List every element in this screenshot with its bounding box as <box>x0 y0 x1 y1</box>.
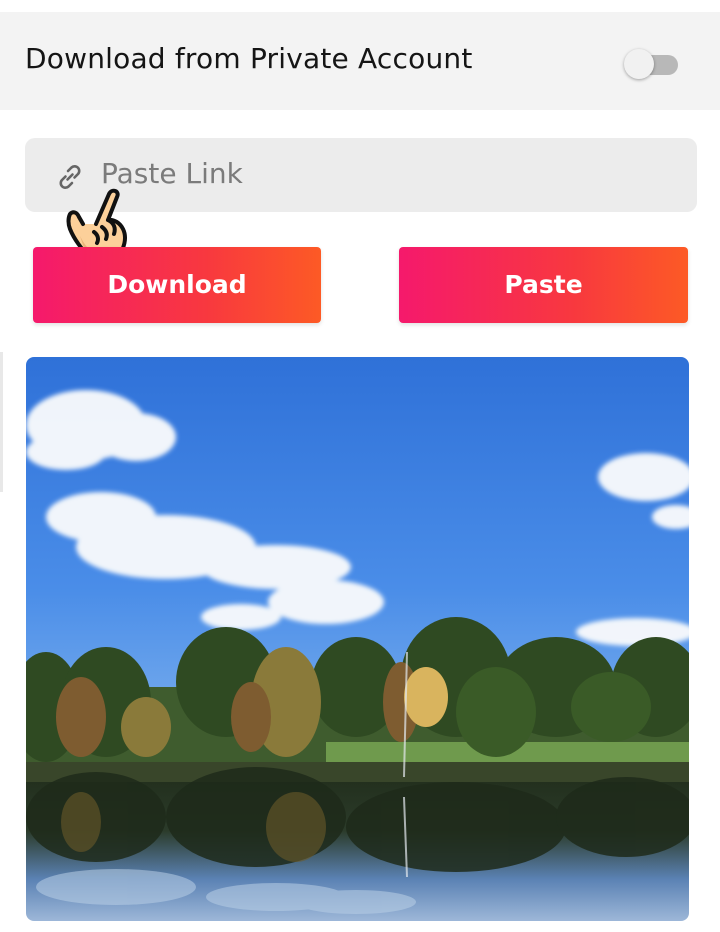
private-account-toggle[interactable] <box>624 49 678 79</box>
private-account-row: Download from Private Account <box>0 12 720 110</box>
paste-button[interactable]: Paste <box>399 247 688 323</box>
scroll-edge <box>0 352 3 492</box>
paste-link-input[interactable] <box>101 152 661 194</box>
downloader-screen: Download from Private Account Download P… <box>0 0 720 932</box>
top-strip <box>0 0 720 12</box>
toggle-knob <box>624 49 654 79</box>
download-button[interactable]: Download <box>33 247 321 323</box>
private-account-label: Download from Private Account <box>25 42 473 75</box>
media-preview-image <box>26 357 689 921</box>
